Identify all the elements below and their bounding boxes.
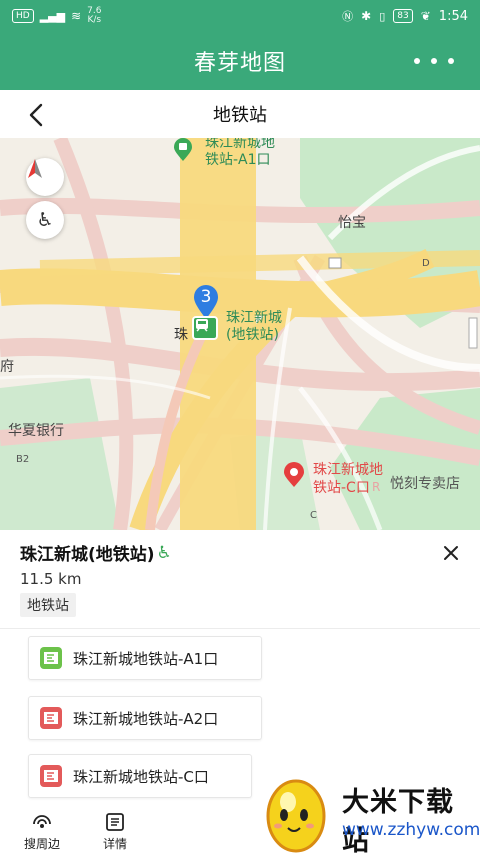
bluetooth-icon: ✱ bbox=[361, 9, 372, 23]
shop-pin-icon bbox=[284, 462, 304, 487]
nav-bar: 地铁站 bbox=[0, 90, 480, 138]
metro-station-marker[interactable] bbox=[192, 316, 218, 340]
battery-icon: 83 bbox=[393, 9, 413, 23]
poi-label-a1: 珠江新城地 铁站-A1口 bbox=[205, 138, 275, 168]
more-options-button[interactable] bbox=[414, 48, 454, 74]
poi-marker-c[interactable] bbox=[282, 462, 306, 488]
map-label-fu: 府 bbox=[0, 359, 14, 375]
watermark-url: www.zzhyw.com bbox=[342, 820, 480, 840]
network-speed: 7.6 K/s bbox=[87, 6, 102, 25]
map-label-c: C bbox=[310, 510, 317, 521]
compass-icon bbox=[28, 159, 42, 178]
page-title: 地铁站 bbox=[213, 105, 267, 126]
place-title: 珠江新城(地铁站) ♿ bbox=[20, 542, 172, 566]
map-label-d: D bbox=[422, 258, 430, 269]
app-title: 春芽地图 bbox=[193, 51, 286, 76]
nearby-search-button[interactable]: 搜周边 bbox=[12, 812, 72, 852]
clock: 1:54 bbox=[438, 8, 468, 24]
details-button[interactable]: 详情 bbox=[85, 812, 145, 852]
accessibility-button[interactable]: ♿ bbox=[26, 201, 64, 239]
exit-item-a2[interactable]: 珠江新城地铁站-A2口 bbox=[28, 696, 262, 740]
panel-divider bbox=[0, 628, 480, 629]
wheelchair-icon: ♿ bbox=[36, 209, 54, 231]
place-distance: 11.5 km bbox=[20, 570, 82, 588]
place-category-tag: 地铁站 bbox=[20, 593, 76, 617]
details-icon bbox=[106, 813, 124, 831]
exit-item-c[interactable]: 珠江新城地铁站-C口 bbox=[28, 754, 252, 798]
exit-label: 珠江新城地铁站-A2口 bbox=[73, 709, 219, 728]
leaf-icon: ❦ bbox=[420, 9, 431, 23]
map-label-b2: B2 bbox=[16, 454, 30, 465]
close-icon[interactable] bbox=[440, 542, 462, 564]
exit-icon bbox=[40, 647, 62, 669]
nearby-icon bbox=[33, 815, 51, 828]
wifi-icon: ≋ bbox=[71, 9, 82, 23]
hd-indicator: HD bbox=[12, 9, 34, 23]
rice-mascot-logo bbox=[266, 779, 326, 853]
poi-label-center: 珠江新城 (地铁站) bbox=[226, 310, 282, 343]
vibrate-icon: ▯ bbox=[379, 9, 386, 23]
watermark-title: 大米下载站 bbox=[342, 787, 454, 857]
exit-label: 珠江新城地铁站-A1口 bbox=[73, 649, 219, 668]
exit-item-a1[interactable]: 珠江新城地铁站-A1口 bbox=[28, 636, 262, 680]
compass-button[interactable] bbox=[26, 158, 64, 196]
status-bar: HD ▂▄▆ ≋ 7.6 K/s Ⓝ ✱ ▯ 83 ❦ 1:54 bbox=[0, 0, 480, 32]
poi-label-yueke: 悦刻专卖店 bbox=[390, 476, 460, 492]
map-label-yibao: 怡宝 bbox=[338, 215, 366, 231]
exit-icon bbox=[40, 707, 62, 729]
nfc-icon: Ⓝ bbox=[342, 10, 354, 23]
metro-train-icon bbox=[196, 319, 208, 332]
cluster-count: 3 bbox=[200, 287, 212, 307]
watermark: 大米下载站 www.zzhyw.com bbox=[262, 770, 480, 857]
poi-label-center-prefix: 珠 bbox=[174, 327, 188, 343]
more-dot-icon bbox=[414, 58, 420, 64]
poi-marker-a1[interactable] bbox=[172, 138, 194, 162]
cluster-pin[interactable]: 3 bbox=[192, 284, 220, 320]
app-bar: 春芽地图 bbox=[0, 32, 480, 90]
more-dot-icon bbox=[431, 58, 437, 64]
poi-label-c-faded: R bbox=[372, 480, 381, 494]
more-dot-icon bbox=[448, 58, 454, 64]
wheelchair-accessible-icon: ♿ bbox=[156, 542, 172, 563]
exit-label: 珠江新城地铁站-C口 bbox=[73, 767, 209, 786]
signal-icon: ▂▄▆ bbox=[39, 9, 66, 23]
back-arrow-icon[interactable] bbox=[22, 100, 52, 130]
exit-icon bbox=[40, 765, 62, 787]
nearby-label: 搜周边 bbox=[23, 837, 60, 851]
details-label: 详情 bbox=[102, 837, 127, 851]
map-view[interactable]: ♿ 珠江新城地 铁站-A1口 3 珠 珠江新城 (地铁站) 怡宝 府 华夏银行 … bbox=[0, 138, 480, 530]
metro-pin-icon bbox=[174, 138, 192, 161]
map-label-huaxia: 华夏银行 bbox=[8, 423, 64, 439]
